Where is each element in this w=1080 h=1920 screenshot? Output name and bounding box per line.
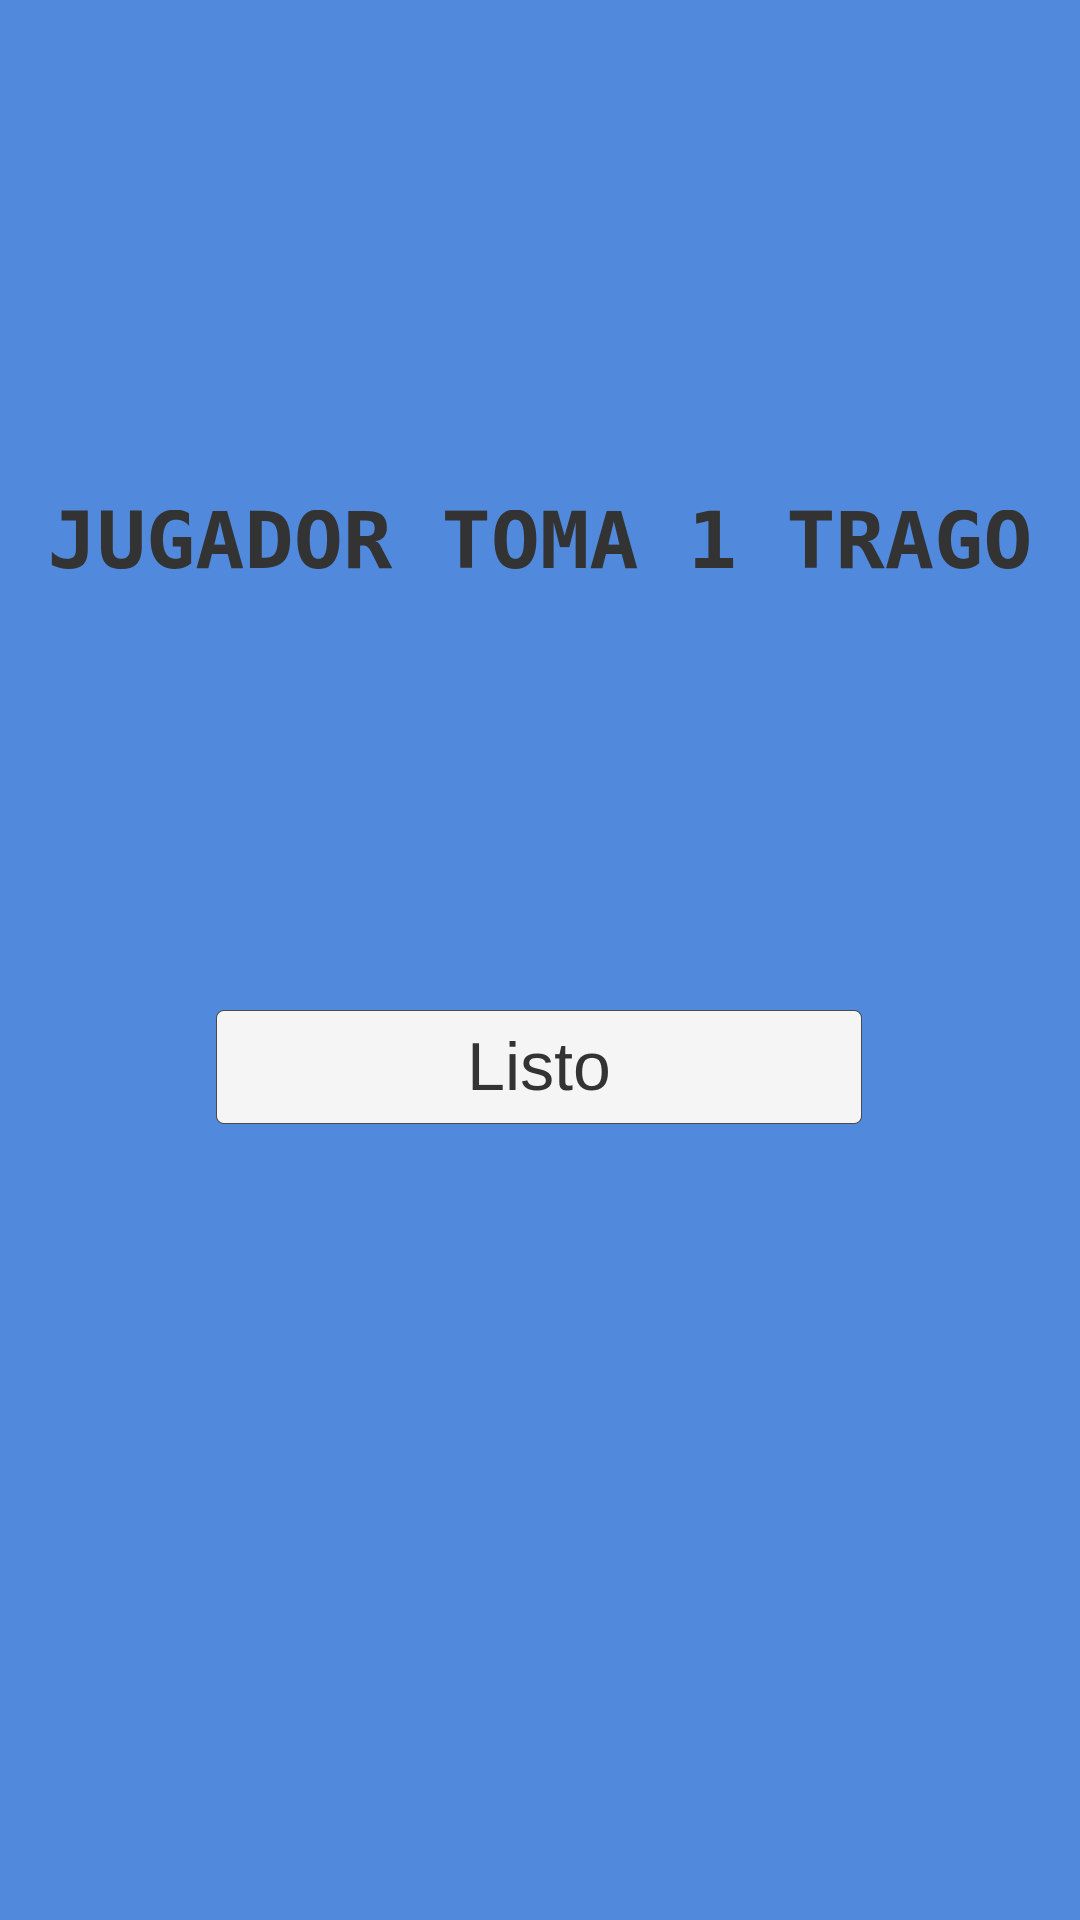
title-banner: JUGADOR TOMA 1 TRAGO [0, 500, 1080, 590]
listo-button-label: Listo [467, 1029, 611, 1105]
title-heading: JUGADOR TOMA 1 TRAGO [48, 510, 1033, 580]
title-text: JUGADOR TOMA 1 TRAGO [48, 510, 1033, 580]
listo-button[interactable]: Listo [216, 1010, 862, 1124]
game-screen: JUGADOR TOMA 1 TRAGO Listo [0, 0, 1080, 1920]
